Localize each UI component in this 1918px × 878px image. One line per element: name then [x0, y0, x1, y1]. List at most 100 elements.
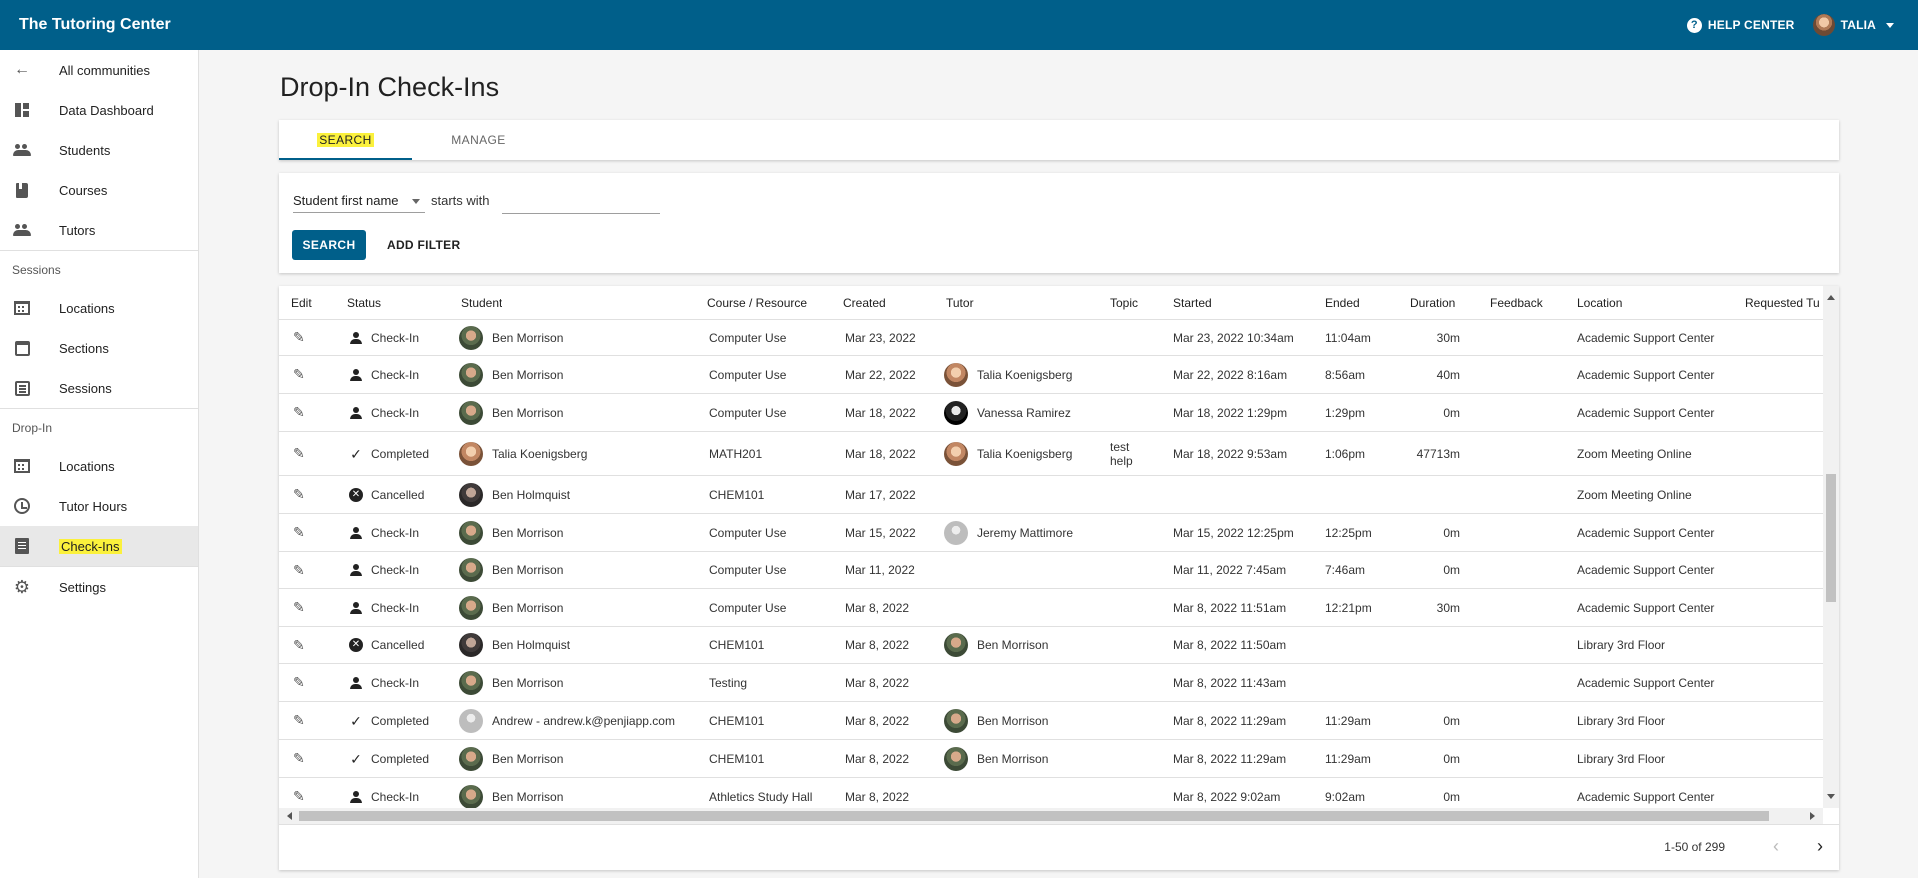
edit-pencil-icon[interactable]: ✎ [293, 329, 305, 346]
column-header-duration[interactable]: Duration [1410, 286, 1455, 320]
table-row[interactable]: ✎ Check-In Ben Morrison Computer Use Mar 22,… [279, 356, 1823, 394]
filter-field-select[interactable]: Student first name [293, 189, 425, 213]
table-row[interactable]: ✎ Check-In Ben Morrison Testing Mar 8, 2022 M… [279, 664, 1823, 702]
sidebar-item-sessions[interactable]: Sessions [0, 368, 198, 408]
edit-pencil-icon[interactable]: ✎ [293, 674, 305, 691]
edit-pencil-icon[interactable]: ✎ [293, 750, 305, 767]
horizontal-scrollbar[interactable] [279, 808, 1823, 824]
edit-pencil-icon[interactable]: ✎ [293, 637, 305, 654]
chevron-right-icon[interactable]: › [1817, 837, 1823, 855]
student-name[interactable]: Ben Morrison [492, 406, 563, 420]
column-header-ended[interactable]: Ended [1325, 286, 1360, 320]
edit-pencil-icon[interactable]: ✎ [293, 486, 305, 503]
table-row[interactable]: ✎ ✓ Completed Andrew - andrew.k@penjiapp.co… [279, 702, 1823, 740]
column-header-student[interactable]: Student [461, 286, 502, 320]
edit-pencil-icon[interactable]: ✎ [293, 562, 305, 579]
column-header-location[interactable]: Location [1577, 286, 1622, 320]
table-row[interactable]: ✎ Check-In Ben Morrison Computer Use Mar 15,… [279, 514, 1823, 552]
edit-pencil-icon[interactable]: ✎ [293, 404, 305, 421]
started-cell: Mar 8, 2022 11:43am [1173, 664, 1286, 701]
table-row[interactable]: ✎ Check-In Ben Morrison Computer Use Mar 23,… [279, 320, 1823, 356]
duration-text: 0m [1443, 405, 1460, 420]
sidebar-item-tutors[interactable]: Tutors [0, 210, 198, 250]
edit-pencil-icon[interactable]: ✎ [293, 445, 305, 462]
sidebar-item-session-locations[interactable]: Locations [0, 288, 198, 328]
tab-search[interactable]: SEARCH [279, 120, 412, 160]
tutor-name[interactable]: Jeremy Mattimore [977, 526, 1073, 540]
column-header-edit[interactable]: Edit [291, 286, 312, 320]
student-name[interactable]: Ben Holmquist [492, 638, 570, 652]
scroll-right-icon[interactable] [1810, 812, 1815, 820]
vertical-scroll-thumb[interactable] [1826, 474, 1836, 602]
user-menu[interactable]: TALIA [1812, 14, 1894, 36]
student-name[interactable]: Ben Holmquist [492, 488, 570, 502]
column-header-created[interactable]: Created [843, 286, 886, 320]
edit-pencil-icon[interactable]: ✎ [293, 788, 305, 805]
table-row[interactable]: ✎ Check-In Ben Morrison Computer Use Mar 8, … [279, 589, 1823, 627]
student-name[interactable]: Ben Morrison [492, 526, 563, 540]
sidebar-item-courses[interactable]: Courses [0, 170, 198, 210]
student-name[interactable]: Ben Morrison [492, 331, 563, 345]
student-name[interactable]: Andrew - andrew.k@penjiapp.com [492, 714, 675, 728]
column-header-requested[interactable]: Requested Tu [1745, 286, 1820, 320]
tab-manage[interactable]: MANAGE [412, 120, 545, 160]
app-title[interactable]: The Tutoring Center [19, 16, 171, 34]
table-row[interactable]: ✎ ✓ Completed Ben Morrison CHEM101 Mar 8, 202… [279, 740, 1823, 778]
course-text: Computer Use [709, 525, 787, 540]
table-row[interactable]: ✎ Check-In Ben Morrison Computer Use Mar 18,… [279, 394, 1823, 432]
status-text: Check-In [371, 563, 420, 577]
table-row[interactable]: ✎ Check-In Ben Morrison Athletics Study Hal… [279, 778, 1823, 808]
sidebar-item-settings[interactable]: ⚙ Settings [0, 567, 198, 607]
student-name[interactable]: Ben Morrison [492, 368, 563, 382]
location-text: Academic Support Center [1577, 405, 1715, 420]
person-icon [349, 406, 363, 420]
help-center-button[interactable]: ? HELP CENTER [1686, 17, 1795, 33]
tutor-name[interactable]: Ben Morrison [977, 752, 1048, 766]
tutor-name[interactable]: Ben Morrison [977, 638, 1048, 652]
add-filter-button[interactable]: ADD FILTER [377, 230, 470, 260]
search-button[interactable]: SEARCH [292, 230, 366, 260]
filter-value-input[interactable] [502, 189, 660, 214]
table-row[interactable]: ✎ ✕ Cancelled Ben Holmquist CHEM101 Mar 8, 20… [279, 627, 1823, 664]
edit-pencil-icon[interactable]: ✎ [293, 712, 305, 729]
column-header-status[interactable]: Status [347, 286, 381, 320]
edit-pencil-icon[interactable]: ✎ [293, 366, 305, 383]
edit-pencil-icon[interactable]: ✎ [293, 599, 305, 616]
student-name[interactable]: Ben Morrison [492, 752, 563, 766]
sidebar-item-drop-in-locations[interactable]: Locations [0, 446, 198, 486]
sidebar-item-check-ins[interactable]: Check-Ins [0, 526, 198, 566]
person-icon [349, 601, 363, 615]
column-header-topic[interactable]: Topic [1110, 286, 1138, 320]
status-text: Check-In [371, 789, 420, 804]
column-header-course[interactable]: Course / Resource [707, 286, 807, 320]
sidebar-item-students[interactable]: Students [0, 130, 198, 170]
tutor-name[interactable]: Ben Morrison [977, 714, 1048, 728]
tutor-name[interactable]: Talia Koenigsberg [977, 368, 1072, 382]
ended-text: 7:46am [1325, 563, 1366, 577]
column-header-tutor[interactable]: Tutor [946, 286, 974, 320]
scroll-down-icon[interactable] [1827, 794, 1835, 799]
sidebar-item-tutor-hours[interactable]: Tutor Hours [0, 486, 198, 526]
student-name[interactable]: Talia Koenigsberg [492, 447, 587, 461]
edit-pencil-icon[interactable]: ✎ [293, 524, 305, 541]
table-row[interactable]: ✎ Check-In Ben Morrison Computer Use Mar 11,… [279, 552, 1823, 589]
course-text: Testing [709, 675, 748, 690]
horizontal-scroll-thumb[interactable] [299, 811, 1769, 821]
column-header-started[interactable]: Started [1173, 286, 1212, 320]
student-name[interactable]: Ben Morrison [492, 676, 563, 690]
column-header-feedback[interactable]: Feedback [1490, 286, 1543, 320]
student-name[interactable]: Ben Morrison [492, 601, 563, 615]
vertical-scrollbar[interactable] [1823, 286, 1839, 808]
scroll-left-icon[interactable] [287, 812, 292, 820]
chevron-left-icon[interactable]: ‹ [1773, 837, 1779, 855]
student-name[interactable]: Ben Morrison [492, 563, 563, 577]
tutor-name[interactable]: Talia Koenigsberg [977, 447, 1072, 461]
sidebar-item-sections[interactable]: Sections [0, 328, 198, 368]
scroll-up-icon[interactable] [1827, 295, 1835, 300]
table-row[interactable]: ✎ ✕ Cancelled Ben Holmquist CHEM101 Mar 17, 2… [279, 476, 1823, 514]
table-row[interactable]: ✎ ✓ Completed Talia Koenigsberg MATH201 Mar 1… [279, 432, 1823, 476]
sidebar-item-all-communities[interactable]: ← All communities [0, 50, 198, 90]
student-name[interactable]: Ben Morrison [492, 790, 563, 804]
tutor-name[interactable]: Vanessa Ramirez [977, 406, 1071, 420]
sidebar-item-data-dashboard[interactable]: Data Dashboard [0, 90, 198, 130]
